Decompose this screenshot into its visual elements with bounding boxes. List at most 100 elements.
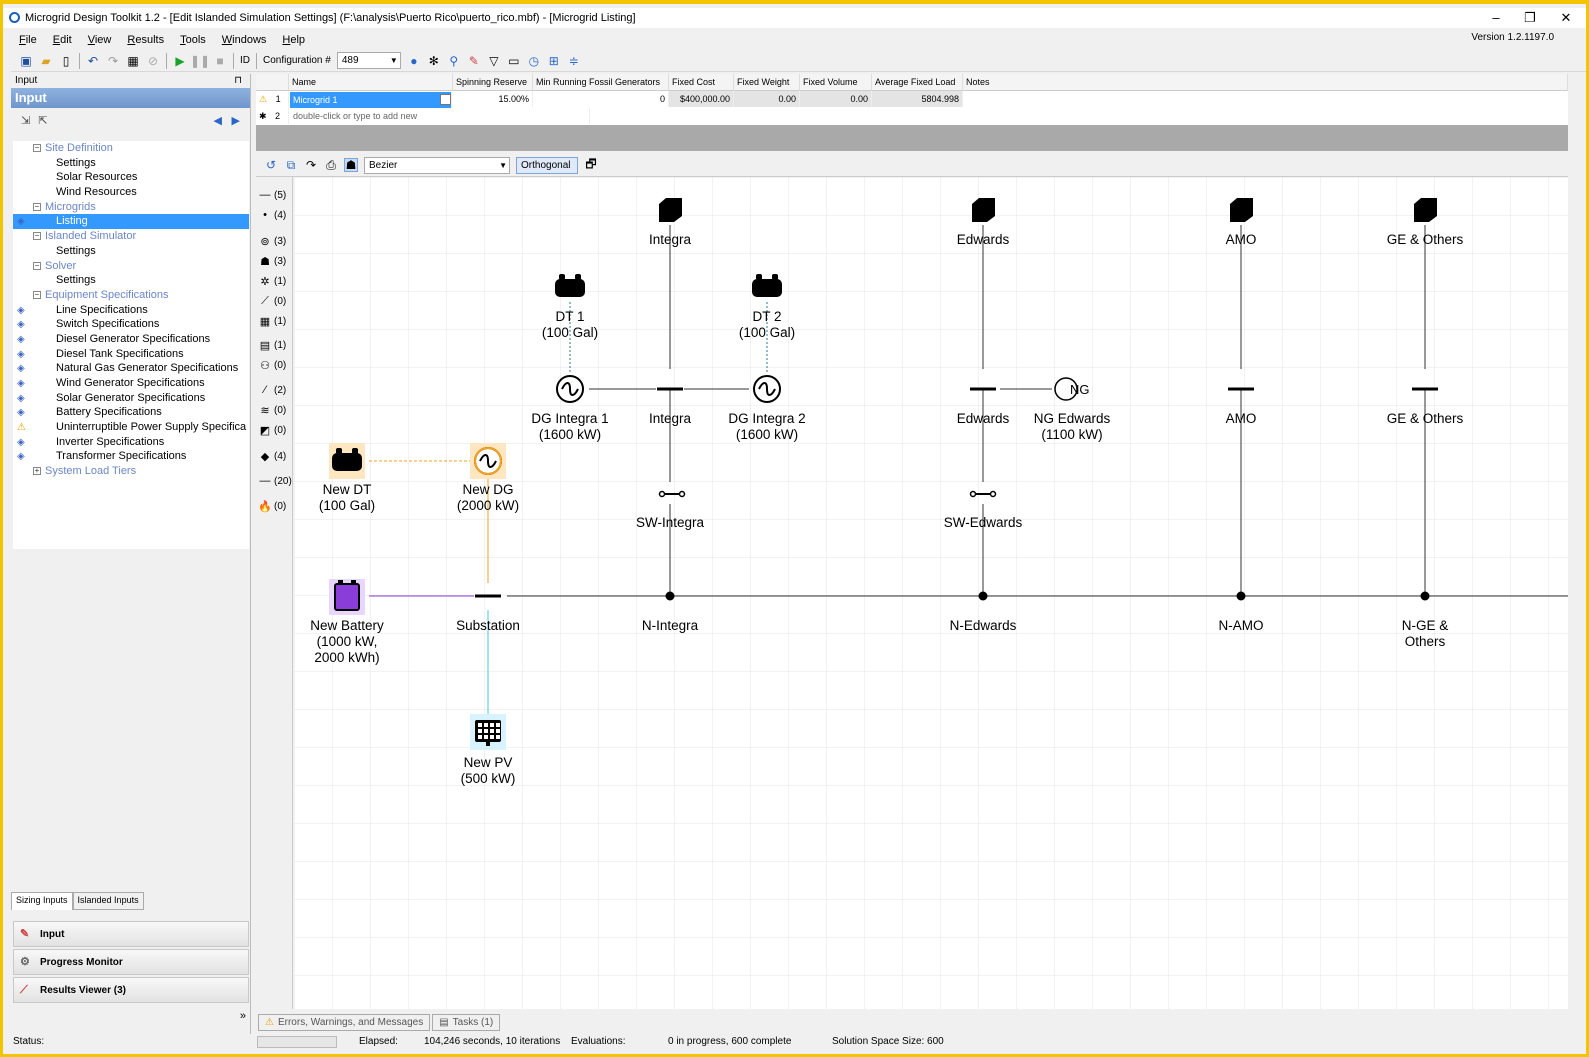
col-fixed-volume[interactable]: Fixed Volume <box>800 74 872 91</box>
tab-errors-warnings[interactable]: ⚠ Errors, Warnings, and Messages <box>258 1013 431 1031</box>
load-edwards[interactable] <box>972 198 995 222</box>
load-amo[interactable] <box>1230 198 1253 222</box>
cell-fixed-volume[interactable]: 0.00 <box>800 91 872 107</box>
palette-item-fuel[interactable]: 🔥 (0) <box>258 498 286 514</box>
pin-icon[interactable]: ⊓ <box>234 74 242 88</box>
tree-item-11[interactable]: ◈ Line Specifications <box>13 303 249 318</box>
load-integra[interactable] <box>659 198 682 222</box>
redo-diagram-icon[interactable]: ↷ <box>304 158 318 172</box>
palette-item-battery[interactable]: ▤ (1) <box>258 337 286 353</box>
tree-category-0[interactable]: − Site Definition <box>13 141 249 156</box>
copy-icon[interactable]: ⧉ <box>284 158 298 172</box>
collapse-icon[interactable]: − <box>33 290 41 299</box>
palette-item-line[interactable]: — (5) <box>258 187 287 203</box>
tree-item-15[interactable]: ◈ Natural Gas Generator Specifications <box>13 361 249 376</box>
cell-fixed-cost[interactable]: $400,000.00 <box>669 91 734 107</box>
load-ge[interactable] <box>1414 198 1437 222</box>
col-average-load[interactable]: Average Fixed Load <box>872 74 963 91</box>
palette-item-tank[interactable]: ☗ (3) <box>258 253 286 269</box>
tab-islanded-inputs[interactable]: Islanded Inputs <box>72 892 144 910</box>
node-n-edwards[interactable] <box>978 591 988 601</box>
expand-nav-icon[interactable]: » <box>240 1010 246 1022</box>
palette-item-node[interactable]: • (4) <box>258 207 286 223</box>
col-fixed-weight[interactable]: Fixed Weight <box>734 74 800 91</box>
cell-average-load[interactable]: 5804.998 <box>872 91 963 107</box>
palette-item-connection[interactable]: — (20) <box>258 473 292 489</box>
palette-item-inverter[interactable]: ≋ (0) <box>258 402 286 418</box>
collapse-icon[interactable]: − <box>33 232 41 241</box>
globe-icon[interactable]: ● <box>407 54 421 68</box>
export-icon[interactable]: 🗗 <box>584 157 598 172</box>
bus-substation[interactable] <box>475 594 501 598</box>
tree-item-7[interactable]: Settings <box>13 244 249 259</box>
collapse-icon[interactable]: − <box>33 144 41 152</box>
stop-icon[interactable]: ■ <box>213 54 227 68</box>
tab-tasks[interactable]: ▤ Tasks (1) <box>432 1013 501 1031</box>
menu-windows[interactable]: Windows <box>214 34 275 46</box>
palette-item-storage[interactable]: ◆ (4) <box>258 448 286 464</box>
col-min-running[interactable]: Min Running Fossil Generators <box>533 74 669 91</box>
tree-item-18[interactable]: ◈ Battery Specifications <box>13 405 249 420</box>
battery-new[interactable] <box>334 580 360 611</box>
col-name[interactable]: Name <box>289 74 453 91</box>
edit-sheet-icon[interactable]: ✎ <box>467 54 481 68</box>
palette-item-switch[interactable]: ⟋ (0) <box>258 293 286 309</box>
palette-item-transformer[interactable]: ⁄ (2) <box>258 382 286 398</box>
curve-style-select[interactable]: Bezier ▼ <box>364 156 510 174</box>
search-icon[interactable]: ⚲ <box>447 54 461 68</box>
tree-item-13[interactable]: ◈ Diesel Generator Specifications <box>13 332 249 347</box>
collapse-all-icon[interactable]: ⇱ <box>38 114 47 127</box>
tree-item-21[interactable]: ◈ Transformer Specifications <box>13 449 249 464</box>
run-icon[interactable]: ▶ <box>173 54 187 68</box>
nav-input-button[interactable]: ✎ Input <box>13 921 249 947</box>
tree-item-1[interactable]: Settings <box>13 156 249 171</box>
menu-results[interactable]: Results <box>119 34 172 46</box>
config-number-select[interactable]: 489 ▼ <box>336 52 401 69</box>
save-icon[interactable]: ▣ <box>19 54 33 68</box>
splitter-bar[interactable] <box>256 125 1568 151</box>
node-n-integra[interactable] <box>665 591 675 601</box>
tree-item-16[interactable]: ◈ Wind Generator Specifications <box>13 376 249 391</box>
cell-fixed-weight[interactable]: 0.00 <box>734 91 800 107</box>
menu-view[interactable]: View <box>80 34 120 46</box>
disabled-icon[interactable]: ⊘ <box>146 54 160 68</box>
menu-file[interactable]: File <box>11 34 45 46</box>
tree-category-4[interactable]: − Microgrids <box>13 200 249 215</box>
tree-category-22[interactable]: + System Load Tiers <box>13 464 249 479</box>
undo-icon[interactable]: ↶ <box>86 54 100 68</box>
collapse-icon[interactable]: − <box>33 202 41 211</box>
nav-progress-monitor-button[interactable]: ⚙ Progress Monitor <box>13 949 249 975</box>
chart-icon[interactable]: ▭ <box>507 54 521 68</box>
tree-item-5[interactable]: ◈ Listing <box>13 214 249 230</box>
palette-item-load[interactable]: ⚇ (0) <box>258 357 286 373</box>
expand-icon[interactable]: + <box>33 467 41 476</box>
cell-spinning-reserve[interactable]: 15.00% <box>453 91 533 107</box>
node-n-ge[interactable] <box>1420 591 1430 601</box>
diagram-canvas[interactable]: NG Integra Edwards AMO GE & Others DT 1 (100… <box>294 177 1568 1009</box>
col-spinning-reserve[interactable]: Spinning Reserve <box>453 74 533 91</box>
tree-category-6[interactable]: − Islanded Simulator <box>13 229 249 244</box>
tree-item-2[interactable]: Solar Resources <box>13 170 249 185</box>
calculator-icon[interactable]: ▦ <box>126 54 140 68</box>
tree-item-12[interactable]: ◈ Switch Specifications <box>13 317 249 332</box>
asterisk-icon[interactable]: ✻ <box>427 54 441 68</box>
split-icon[interactable]: ≑ <box>567 54 581 68</box>
tree-item-14[interactable]: ◈ Diesel Tank Specifications <box>13 347 249 362</box>
generator-dg1[interactable] <box>556 375 584 403</box>
close-button[interactable]: ✕ <box>1546 8 1586 28</box>
col-fixed-cost[interactable]: Fixed Cost <box>669 74 734 91</box>
tank-toggle-icon[interactable]: ☗ <box>344 158 358 172</box>
print-icon[interactable]: ⎙ <box>324 158 338 172</box>
bus-edwards[interactable] <box>970 387 996 391</box>
tree-item-19[interactable]: ⚠ Uninterruptible Power Supply Specifica <box>13 420 249 435</box>
col-notes[interactable]: Notes <box>963 74 1568 91</box>
palette-item-generator[interactable]: ⊚ (3) <box>258 233 286 249</box>
bus-integra[interactable] <box>657 387 683 391</box>
nav-results-viewer-button[interactable]: ⟋ Results Viewer (3) <box>13 977 249 1003</box>
new-document-icon[interactable]: ▯ <box>59 54 73 68</box>
tree-item-20[interactable]: ◈ Inverter Specifications <box>13 435 249 450</box>
filter-icon[interactable]: ▽ <box>487 54 501 68</box>
add-new-row[interactable]: double-click or type to add new <box>290 108 590 124</box>
palette-item-solar[interactable]: ▦ (1) <box>258 313 286 329</box>
tree-item-9[interactable]: Settings <box>13 273 249 288</box>
